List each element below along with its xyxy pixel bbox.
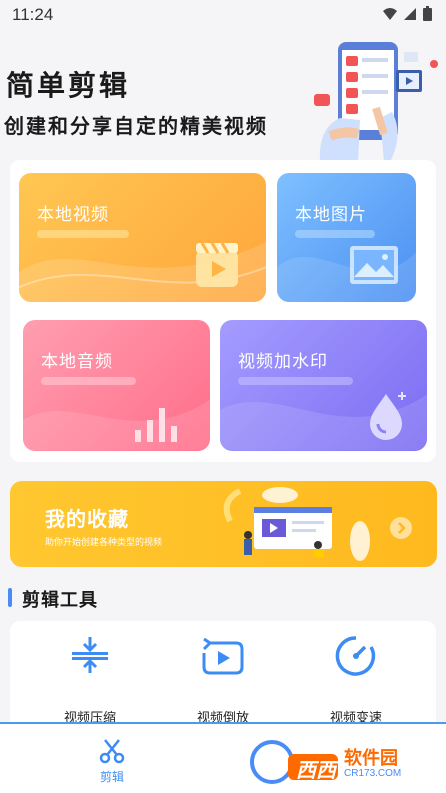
signal-icon	[383, 7, 397, 20]
tab-edit-label: 剪辑	[99, 770, 124, 784]
audio-bars-icon	[135, 408, 177, 442]
favorites-desc: 助你开始创建各种类型的视频	[45, 538, 163, 548]
watermark-text: 软件园	[344, 748, 398, 769]
app-title: 简单剪辑	[6, 69, 131, 102]
section-accent-bar	[8, 588, 12, 607]
water-drop-icon	[370, 392, 406, 440]
compress-icon	[72, 637, 108, 673]
favorites-banner[interactable]: 我的收藏 助你开始创建各种类型的视频	[10, 481, 437, 567]
reverse-play-icon	[202, 637, 244, 675]
film-clapper-icon	[196, 242, 238, 287]
local-image-label: 本地图片	[295, 205, 367, 225]
label-underline	[295, 230, 375, 238]
status-icons	[383, 6, 432, 21]
tool-video-speed[interactable]: 视频变速	[286, 621, 426, 731]
phone-illustration	[314, 42, 438, 162]
watermark-brand: 西西	[296, 758, 336, 782]
local-audio-tile[interactable]: 本地音频	[23, 320, 210, 451]
image-icon	[350, 246, 398, 284]
site-watermark: 西西 软件园 CR173.COM	[248, 738, 428, 786]
cell-signal-icon	[404, 7, 416, 20]
local-video-label: 本地视频	[37, 205, 109, 225]
scissors-icon	[99, 739, 125, 764]
video-watermark-tile[interactable]: 视频加水印	[220, 320, 427, 451]
local-image-tile[interactable]: 本地图片	[277, 173, 416, 302]
label-underline	[238, 377, 353, 385]
app-subtitle: 创建和分享自定的精美视频	[4, 114, 268, 138]
status-time: 11:24	[12, 5, 54, 24]
favorites-title: 我的收藏	[45, 507, 129, 531]
watermark-url: CR173.COM	[344, 768, 402, 779]
local-video-tile[interactable]: 本地视频	[19, 173, 266, 302]
tab-edit[interactable]: 剪辑	[72, 724, 152, 793]
tool-video-reverse[interactable]: 视频倒放	[153, 621, 293, 731]
status-bar: 11:24	[0, 0, 446, 30]
label-underline	[37, 230, 129, 238]
label-underline	[41, 377, 136, 385]
favorites-illustration	[223, 487, 370, 561]
arrow-right-icon[interactable]	[390, 517, 412, 539]
tool-video-compress[interactable]: 视频压缩	[20, 621, 160, 731]
video-watermark-label: 视频加水印	[238, 352, 328, 372]
local-audio-label: 本地音频	[41, 352, 113, 372]
speed-gauge-icon	[335, 636, 376, 676]
tools-panel: 视频压缩 视频倒放 视频变速	[10, 621, 436, 731]
battery-icon	[423, 6, 432, 21]
tools-section-title: 剪辑工具	[22, 590, 98, 611]
